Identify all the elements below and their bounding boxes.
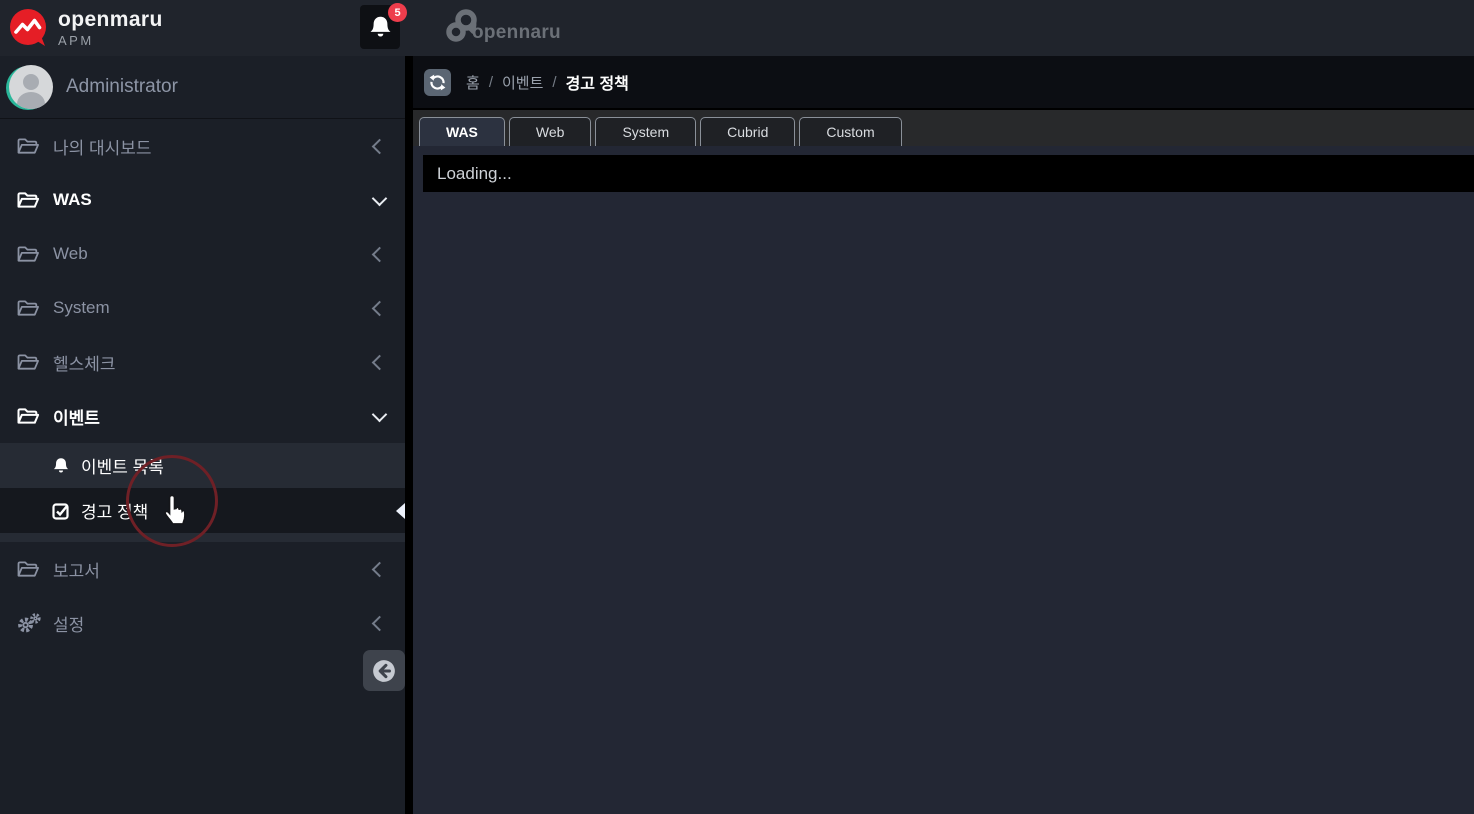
brand-name: openmaru (58, 9, 163, 30)
sidebar-item-system[interactable]: System (0, 281, 405, 335)
gears-icon (16, 613, 43, 633)
notification-badge: 5 (388, 3, 407, 22)
sidebar-item-label: 나의 대시보드 (53, 134, 152, 159)
sidebar-subitem-label: 경고 정책 (81, 498, 148, 523)
sidebar-subitem-alert-policy[interactable]: 경고 정책 (0, 488, 405, 533)
loading-indicator: Loading... (423, 155, 1474, 192)
notifications-button[interactable]: 5 (360, 5, 400, 49)
breadcrumb-separator: / (552, 74, 556, 91)
refresh-icon (429, 74, 446, 91)
chevron-left-icon (372, 138, 388, 154)
sidebar-item-reports[interactable]: 보고서 (0, 542, 405, 596)
user-name: Administrator (66, 76, 178, 98)
breadcrumb: 홈 / 이벤트 / 경고 정책 (466, 70, 629, 94)
sidebar-item-label: 설정 (53, 611, 84, 636)
chevron-left-icon (372, 300, 388, 316)
check-square-icon (52, 502, 70, 520)
sidebar-item-label: 보고서 (53, 557, 100, 582)
sidebar-item-was[interactable]: WAS (0, 173, 405, 227)
sidebar-content-divider (405, 56, 413, 814)
breadcrumb-current-page: 경고 정책 (566, 70, 629, 94)
folder-open-icon (16, 191, 43, 210)
sidebar-item-label: WAS (53, 190, 92, 210)
chevron-down-icon (372, 190, 388, 206)
sidebar-item-events[interactable]: 이벤트 (0, 389, 405, 443)
sidebar-item-label: 이벤트 (53, 404, 100, 429)
openmaru-logo-icon (8, 8, 48, 48)
folder-open-icon (16, 245, 43, 264)
breadcrumb-separator: / (489, 74, 493, 91)
chevron-left-icon (372, 615, 388, 631)
chevron-left-icon (372, 354, 388, 370)
brand-subtitle: APM (58, 34, 163, 47)
sidebar-collapse-button[interactable] (363, 650, 405, 691)
sidebar-item-label: 헬스체크 (53, 350, 116, 375)
sidebar-subitem-label: 이벤트 목록 (81, 453, 164, 478)
folder-open-icon (16, 137, 43, 156)
tab-system[interactable]: System (595, 117, 696, 146)
folder-open-icon (16, 299, 43, 318)
chevron-down-icon (372, 406, 388, 422)
breadcrumb-bar: 홈 / 이벤트 / 경고 정책 (413, 56, 1474, 108)
events-submenu: 이벤트 목록 경고 정책 (0, 443, 405, 542)
sidebar-item-label: Web (53, 244, 88, 264)
tab-panel: Loading... (413, 146, 1474, 814)
folder-open-icon (16, 560, 43, 579)
refresh-button[interactable] (424, 69, 451, 96)
partner-brand-name: opennaru (472, 22, 561, 44)
top-header: openmaru APM 5 opennaru (0, 0, 1474, 56)
tab-bar: WAS Web System Cubrid Custom (413, 108, 1474, 146)
chevron-left-icon (372, 561, 388, 577)
opennaru-logo[interactable]: opennaru (443, 8, 561, 46)
sidebar-item-label: System (53, 298, 110, 318)
folder-open-icon (16, 353, 43, 372)
breadcrumb-home[interactable]: 홈 (466, 72, 480, 93)
avatar (9, 65, 53, 109)
sidebar-item-healthcheck[interactable]: 헬스체크 (0, 335, 405, 389)
sidebar-item-web[interactable]: Web (0, 227, 405, 281)
chevron-left-icon (372, 246, 388, 262)
sidebar: Administrator 나의 대시보드 WAS (0, 56, 405, 814)
app-logo[interactable]: openmaru APM (8, 8, 163, 48)
active-item-arrow-icon (396, 503, 405, 519)
tab-custom[interactable]: Custom (799, 117, 901, 146)
folder-open-icon (16, 407, 43, 426)
sidebar-subitem-event-list[interactable]: 이벤트 목록 (0, 443, 405, 488)
arrow-circle-left-icon (371, 658, 397, 684)
main-content: 홈 / 이벤트 / 경고 정책 WAS Web System Cubrid Cu… (413, 56, 1474, 814)
user-profile[interactable]: Administrator (0, 56, 405, 119)
sidebar-nav: 나의 대시보드 WAS Web S (0, 119, 405, 650)
bell-icon (52, 457, 70, 475)
tab-was[interactable]: WAS (419, 117, 505, 146)
tab-cubrid[interactable]: Cubrid (700, 117, 795, 146)
breadcrumb-events[interactable]: 이벤트 (502, 72, 543, 93)
sidebar-item-my-dashboard[interactable]: 나의 대시보드 (0, 119, 405, 173)
tab-web[interactable]: Web (509, 117, 592, 146)
sidebar-item-settings[interactable]: 설정 (0, 596, 405, 650)
